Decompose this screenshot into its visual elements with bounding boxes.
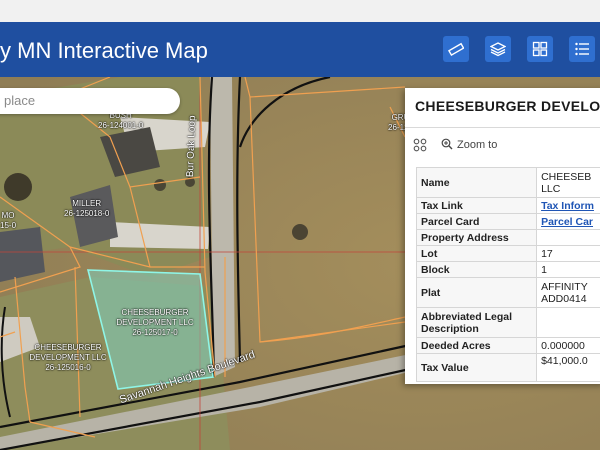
attribute-key: Lot xyxy=(415,245,538,262)
basemap-grid-icon xyxy=(532,41,548,57)
table-row: Abbreviated Legal Description xyxy=(415,307,600,338)
layers-icon xyxy=(490,42,506,57)
table-row: Property Address xyxy=(415,229,600,246)
attribute-key: Deeded Acres xyxy=(415,337,538,354)
app-window: y MN Interactive Map BUSH 26-124001-0 GR… xyxy=(0,0,600,450)
measure-button[interactable] xyxy=(443,36,469,62)
table-row: Plat AFFINITY ADD0414 xyxy=(415,277,600,308)
table-row: Tax Value $41,000.0 xyxy=(415,353,600,382)
table-row: Block 1 xyxy=(415,261,600,278)
parcel-label-miller: MILLER 26-125018-0 xyxy=(64,199,109,219)
table-row: Name CHEESEB LLC xyxy=(415,167,600,198)
attribute-key: Tax Link xyxy=(415,197,538,214)
parcel-owner: CHEESEBURGER DEVELOPMENT LLC xyxy=(29,343,107,362)
parcel-label-selected[interactable]: CHEESEBURGER DEVELOPMENT LLC 26-125017-0 xyxy=(115,308,195,338)
search-box[interactable] xyxy=(0,88,180,114)
feature-popup: CHEESEBURGER DEVELOPM Zoom to Name CHEES… xyxy=(405,88,600,384)
parcel-owner: CHEESEBURGER DEVELOPMENT LLC xyxy=(116,308,194,327)
parcel-id: 26-125017-0 xyxy=(132,328,178,337)
attribute-value: 1 xyxy=(536,261,600,278)
parcel-label-bush: BUSH 26-124001-0 xyxy=(98,111,143,131)
attribute-key: Property Address xyxy=(415,229,538,246)
attribute-key: Plat xyxy=(415,277,538,308)
zoom-to-button[interactable]: Zoom to xyxy=(441,138,497,151)
parcel-id: 15-0 xyxy=(0,221,17,230)
zoom-to-label: Zoom to xyxy=(457,139,498,151)
legend-button[interactable] xyxy=(569,36,595,62)
parcel-card-link[interactable]: Parcel Car xyxy=(541,216,593,228)
legend-list-icon xyxy=(575,42,589,56)
table-row: Deeded Acres 0.000000 xyxy=(415,337,600,354)
attribute-table: Name CHEESEB LLC Tax Link Tax Inform Par… xyxy=(415,167,600,382)
parcel-id: 26-125016-0 xyxy=(45,363,91,372)
attribute-value-cell: Parcel Car xyxy=(536,213,600,230)
layers-button[interactable] xyxy=(485,36,511,62)
tax-link[interactable]: Tax Inform xyxy=(541,200,594,212)
parcel-label-cheeseburger-016: CHEESEBURGER DEVELOPMENT LLC 26-125016-0 xyxy=(28,343,108,373)
attribute-key: Name xyxy=(415,167,538,198)
attribute-value xyxy=(536,307,600,338)
attribute-key: Parcel Card xyxy=(415,213,538,230)
parcel-id: 26-125018-0 xyxy=(64,209,110,218)
parcel-label-mo: MO 15-0 xyxy=(0,211,16,231)
app-title: y MN Interactive Map xyxy=(0,38,208,63)
attribute-value: CHEESEB LLC xyxy=(536,167,600,198)
popup-divider xyxy=(405,127,600,128)
table-row: Lot 17 xyxy=(415,245,600,262)
actions-grid-icon xyxy=(413,138,427,152)
attribute-key: Tax Value xyxy=(415,353,538,382)
measure-icon xyxy=(448,42,464,57)
table-row: Parcel Card Parcel Car xyxy=(415,213,600,230)
attribute-value-cell: Tax Inform xyxy=(536,197,600,214)
basemap-button[interactable] xyxy=(527,36,553,62)
road-label-bur-oak-loop: Bur Oak Loop xyxy=(185,115,199,178)
attribute-value: 17 xyxy=(536,245,600,262)
table-row: Tax Link Tax Inform xyxy=(415,197,600,214)
attribute-key: Block xyxy=(415,261,538,278)
popup-title: CHEESEBURGER DEVELOPM xyxy=(415,98,600,114)
popup-actions-button[interactable] xyxy=(413,138,427,156)
attribute-value xyxy=(536,229,600,246)
parcel-id: 26-124001-0 xyxy=(98,121,144,130)
attribute-key: Abbreviated Legal Description xyxy=(415,307,538,338)
attribute-value: AFFINITY ADD0414 xyxy=(536,277,600,308)
parcel-owner: MILLER xyxy=(72,199,102,208)
search-input[interactable] xyxy=(2,92,166,109)
parcel-owner: MO xyxy=(1,211,15,220)
attribute-value: $41,000.0 xyxy=(536,353,600,382)
zoom-in-icon xyxy=(441,138,453,150)
attribute-value: 0.000000 xyxy=(536,337,600,354)
browser-top-strip xyxy=(0,0,600,22)
